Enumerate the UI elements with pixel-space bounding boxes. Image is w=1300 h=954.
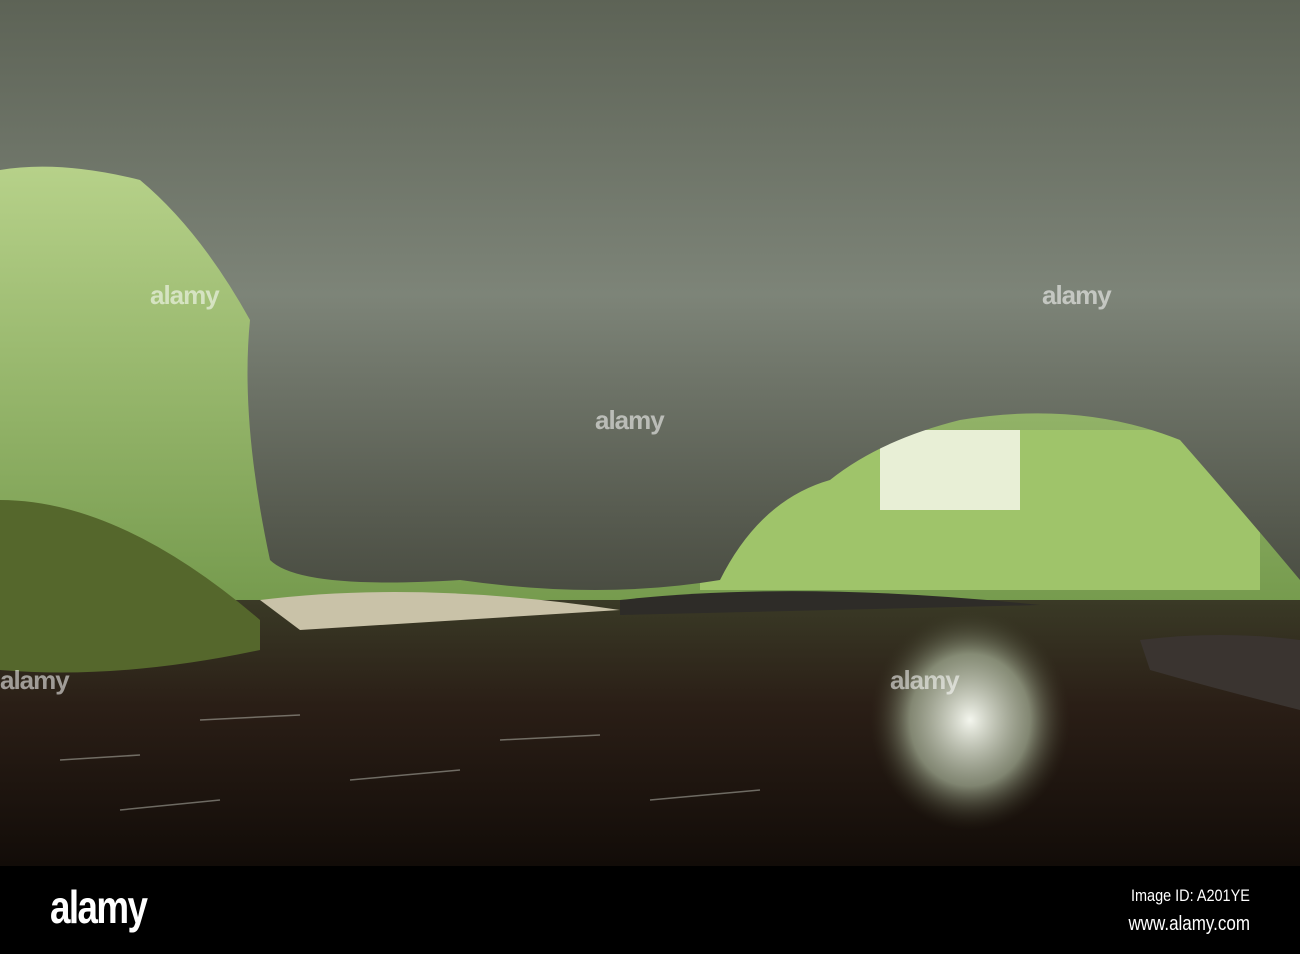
sky-opening [880, 430, 1020, 510]
alamy-logo: alamy [50, 881, 148, 933]
light-reflection [870, 610, 1070, 830]
watermark: alamy [595, 405, 665, 435]
photo: alamy alamy alamy alamy alamy [0, 0, 1300, 866]
watermark: alamy [150, 280, 220, 310]
site-url: www.alamy.com [1128, 913, 1250, 935]
watermark: alamy [1042, 280, 1112, 310]
image-id: Image ID: A201YE [1131, 886, 1250, 905]
footer-bar: alamy Image ID: A201YE www.alamy.com [0, 866, 1300, 954]
watermark: alamy [890, 665, 960, 695]
watermark: alamy [0, 665, 70, 695]
